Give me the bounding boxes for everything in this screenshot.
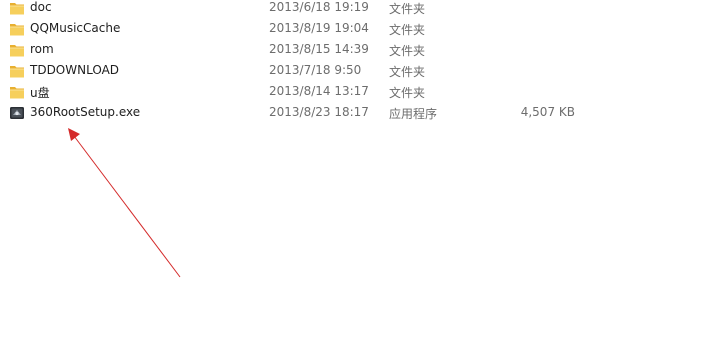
file-date: 2013/8/19 19:04 [269, 21, 369, 35]
file-row-360rootsetup[interactable]: 360RootSetup.exe 2013/8/23 18:17 应用程序 4,… [0, 103, 725, 124]
folder-icon [9, 0, 25, 16]
file-row-upan[interactable]: u盘 2013/8/14 13:17 文件夹 [0, 82, 725, 103]
file-row-qqmusiccache[interactable]: QQMusicCache 2013/8/19 19:04 文件夹 [0, 19, 725, 40]
folder-icon [9, 84, 25, 100]
file-name: 360RootSetup.exe [30, 105, 141, 119]
file-row-tddownload[interactable]: TDDOWNLOAD 2013/7/18 9:50 文件夹 [0, 61, 725, 82]
folder-icon [9, 63, 25, 79]
file-size: 4,507 KB [520, 105, 575, 119]
file-row-doc[interactable]: doc 2013/6/18 19:19 文件夹 [0, 0, 725, 19]
file-name: rom [30, 42, 54, 56]
file-row-rom[interactable]: rom 2013/8/15 14:39 文件夹 [0, 40, 725, 61]
file-name: TDDOWNLOAD [30, 63, 120, 77]
file-date: 2013/8/23 18:17 [269, 105, 369, 119]
file-type: 文件夹 [389, 65, 426, 79]
file-name: QQMusicCache [30, 21, 121, 35]
file-type: 文件夹 [389, 86, 426, 100]
file-date: 2013/8/15 14:39 [269, 42, 369, 56]
folder-icon [9, 42, 25, 58]
file-name: doc [30, 0, 52, 14]
file-type: 文件夹 [389, 44, 426, 58]
file-date: 2013/6/18 19:19 [269, 0, 369, 14]
file-date: 2013/7/18 9:50 [269, 63, 362, 77]
file-type: 文件夹 [389, 2, 426, 16]
file-type: 文件夹 [389, 23, 426, 37]
exe-icon [9, 105, 25, 121]
file-name: u盘 [30, 86, 50, 100]
file-type: 应用程序 [389, 107, 438, 121]
file-date: 2013/8/14 13:17 [269, 84, 369, 98]
folder-icon [9, 21, 25, 37]
